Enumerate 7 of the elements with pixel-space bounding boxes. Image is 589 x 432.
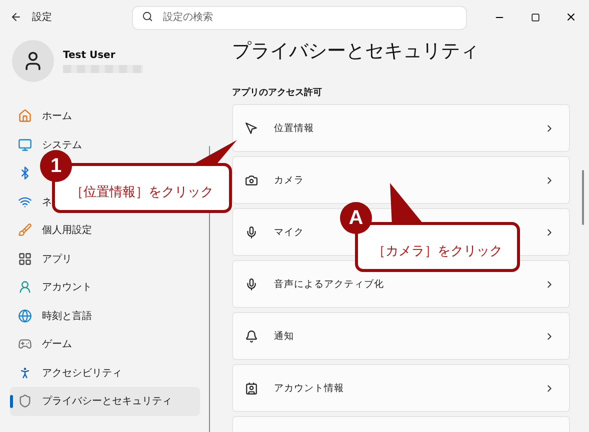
page-title: プライバシーとセキュリティ <box>232 39 480 64</box>
step-badge: 1 <box>40 150 72 182</box>
callout-text: ［位置情報］をクリック <box>70 184 214 201</box>
window-title: 設定 <box>32 10 53 24</box>
callout-text: ［カメラ］をクリック <box>372 243 502 260</box>
section-heading: アプリのアクセス許可 <box>232 86 323 99</box>
user-name: Test User <box>63 50 116 60</box>
